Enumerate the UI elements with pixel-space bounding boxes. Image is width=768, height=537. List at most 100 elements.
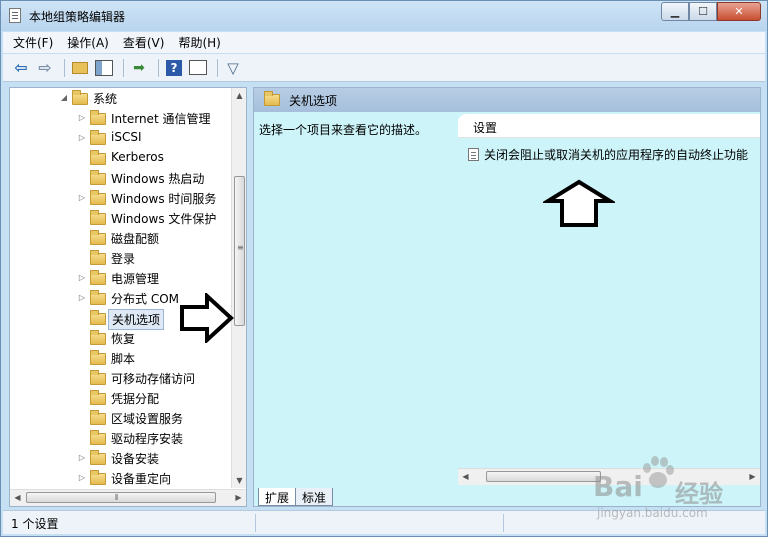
- folder-icon: [90, 470, 106, 485]
- tree-item[interactable]: 脚本: [10, 348, 232, 368]
- paw-logo-icon: [643, 456, 674, 488]
- status-separator: [255, 514, 256, 532]
- folder-icon: [90, 190, 106, 205]
- expand-icon[interactable]: ▷: [78, 454, 86, 462]
- scroll-down-icon[interactable]: ▼: [232, 473, 247, 488]
- tree-item[interactable]: ▷ 设备重定向: [10, 468, 232, 488]
- tree-item-label: 设备安装: [111, 452, 160, 466]
- folder-icon: [90, 150, 106, 165]
- tree-item-label: 凭据分配: [111, 392, 160, 406]
- expand-icon[interactable]: ▷: [78, 114, 86, 122]
- menu-view[interactable]: 查看(V): [123, 34, 165, 51]
- baidu-jingyan-watermark: Bai 经验 jingyan.baidu.com: [593, 456, 763, 526]
- tree-horizontal-scrollbar[interactable]: ◀ ⦀ ▶: [10, 489, 246, 506]
- details-pane: 关机选项 选择一个项目来查看它的描述。 设置 关闭会阻止或取消关机的应用程序的自…: [253, 87, 761, 507]
- expand-icon[interactable]: ▷: [78, 294, 86, 302]
- tree-vertical-scrollbar[interactable]: ▲ ≡ ▼: [231, 88, 246, 488]
- tree-item[interactable]: ▷ 设备安装: [10, 448, 232, 468]
- tree-item-label: Kerberos: [111, 150, 164, 164]
- folder-icon: [90, 370, 106, 385]
- folder-icon: [264, 91, 280, 106]
- watermark-brand: Bai: [593, 470, 643, 503]
- maximize-button[interactable]: ☐: [689, 2, 717, 21]
- tab-standard[interactable]: 标准: [295, 488, 334, 506]
- setting-item-label: 关闭会阻止或取消关机的应用程序的自动终止功能: [484, 148, 749, 162]
- menu-help[interactable]: 帮助(H): [178, 34, 220, 51]
- tree-item[interactable]: 可移动存储访问: [10, 368, 232, 388]
- description-text: 选择一个项目来查看它的描述。: [259, 123, 428, 137]
- folder-icon: [90, 410, 106, 425]
- scroll-left-icon[interactable]: ◀: [458, 469, 473, 484]
- export-list-icon[interactable]: ➡: [129, 58, 149, 78]
- tree-item-label: 恢复: [111, 332, 136, 346]
- window-controls: ▁ ☐ ✕: [661, 2, 761, 21]
- tab-extended[interactable]: 扩展: [258, 488, 297, 506]
- up-arrow-annotation-icon: [543, 179, 615, 227]
- menu-action[interactable]: 操作(A): [67, 34, 109, 51]
- tree-item[interactable]: 驱动程序安装: [10, 428, 232, 448]
- folder-icon: [90, 450, 106, 465]
- tree-item[interactable]: Windows 文件保护: [10, 208, 232, 228]
- scroll-up-icon[interactable]: ▲: [232, 88, 247, 103]
- menu-file[interactable]: 文件(F): [13, 34, 53, 51]
- expand-icon[interactable]: ▷: [78, 134, 86, 142]
- folder-icon: [90, 390, 106, 405]
- tree-item[interactable]: 区域设置服务: [10, 408, 232, 428]
- minimize-button[interactable]: ▁: [661, 2, 689, 21]
- navigation-tree: ◢ 系统 ▷ Internet 通信管理 ▷ iSCSI Kerberos Windows…: [10, 88, 232, 488]
- settings-hscroll-thumb[interactable]: [486, 471, 601, 482]
- help-icon[interactable]: ?: [164, 58, 184, 78]
- folder-icon: [90, 170, 106, 185]
- tree-root-row[interactable]: ◢ 系统: [10, 88, 232, 108]
- tree-item[interactable]: 凭据分配: [10, 388, 232, 408]
- forward-icon[interactable]: ⇨: [35, 58, 55, 78]
- tree-item-label: 设备重定向: [111, 472, 172, 486]
- collapse-icon[interactable]: ◢: [60, 94, 68, 102]
- tree-item-label: 脚本: [111, 352, 136, 366]
- policy-editor-app-icon: [9, 8, 21, 23]
- tree-scroll-thumb[interactable]: ≡: [234, 176, 245, 326]
- policy-setting-icon: [468, 148, 479, 161]
- toolbar-separator: [158, 58, 159, 77]
- toolbar-separator: [123, 58, 124, 77]
- expand-icon[interactable]: ▷: [78, 474, 86, 482]
- tree-item[interactable]: ▷ Windows 时间服务: [10, 188, 232, 208]
- setting-item[interactable]: 关闭会阻止或取消关机的应用程序的自动终止功能: [468, 146, 748, 163]
- tree-item-label: Windows 时间服务: [111, 192, 217, 206]
- scroll-right-icon[interactable]: ▶: [231, 490, 246, 505]
- properties-icon[interactable]: [188, 58, 208, 78]
- tree-item[interactable]: 登录: [10, 248, 232, 268]
- title-bar[interactable]: 本地组策略编辑器 ▁ ☐ ✕: [1, 1, 767, 31]
- tree-item[interactable]: ▷ 电源管理: [10, 268, 232, 288]
- tree-root-label: 系统: [93, 92, 118, 106]
- expand-icon[interactable]: ▷: [78, 194, 86, 202]
- maximize-icon: ☐: [698, 5, 708, 18]
- tree-item[interactable]: Windows 热启动: [10, 168, 232, 188]
- app-window: 本地组策略编辑器 ▁ ☐ ✕ 文件(F) 操作(A) 查看(V) 帮助(H) ⇦…: [0, 0, 768, 537]
- tree-item-label: 驱动程序安装: [111, 432, 184, 446]
- settings-column-header[interactable]: 设置: [458, 114, 760, 138]
- tree-item[interactable]: ▷ Internet 通信管理: [10, 108, 232, 128]
- up-folder-icon[interactable]: [70, 58, 90, 78]
- tree-item[interactable]: ▷ iSCSI: [10, 128, 232, 148]
- settings-list: 设置 关闭会阻止或取消关机的应用程序的自动终止功能: [458, 106, 760, 486]
- tree-item-label: 磁盘配额: [111, 232, 160, 246]
- tree-item[interactable]: Kerberos: [10, 148, 232, 168]
- tree-item-label: Windows 热启动: [111, 172, 205, 186]
- close-button[interactable]: ✕: [717, 2, 761, 21]
- tree-item-label: 分布式 COM: [111, 292, 179, 306]
- show-hide-tree-icon[interactable]: [94, 58, 114, 78]
- filter-icon[interactable]: ▽: [223, 58, 243, 78]
- expand-icon[interactable]: ▷: [78, 274, 86, 282]
- folder-icon: [90, 210, 106, 225]
- toolbar-separator: [64, 58, 65, 77]
- toolbar-separator: [217, 58, 218, 77]
- folder-icon: [90, 430, 106, 445]
- settings-column-label: 设置: [473, 121, 498, 135]
- tree-hscroll-thumb[interactable]: ⦀: [26, 492, 216, 503]
- tree-item[interactable]: 磁盘配额: [10, 228, 232, 248]
- back-icon[interactable]: ⇦: [11, 58, 31, 78]
- folder-icon: [90, 130, 106, 145]
- folder-icon: [90, 310, 106, 325]
- scroll-left-icon[interactable]: ◀: [10, 490, 25, 505]
